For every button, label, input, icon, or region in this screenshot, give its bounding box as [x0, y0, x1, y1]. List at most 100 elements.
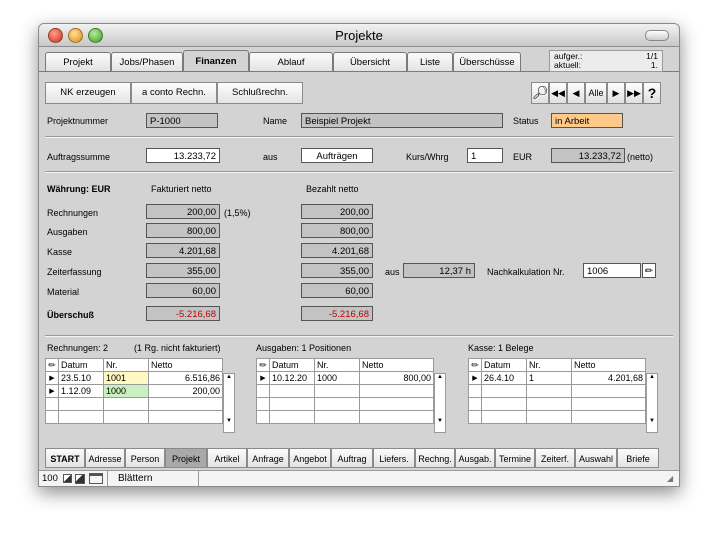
zoom-level[interactable]: 100	[42, 473, 58, 484]
nachkalkulation-label: Nachkalkulation Nr.	[487, 267, 565, 277]
empty-row	[256, 410, 434, 424]
row-arrow-icon: ▶	[45, 371, 59, 385]
rechnungen-scrollbar[interactable]: ▲ ▼	[223, 373, 235, 433]
edit-nachkalk-button[interactable]: ✏	[642, 263, 656, 278]
cell-netto: 6.516,86	[148, 371, 223, 385]
tab-ablauf[interactable]: Ablauf	[249, 52, 333, 72]
zoom-in-icon[interactable]	[75, 474, 85, 484]
toolbar-toggle-button[interactable]	[645, 30, 669, 41]
zoom-out-icon[interactable]	[63, 474, 72, 483]
schlussrechnung-button[interactable]: Schlußrechn.	[217, 82, 303, 104]
auftragssumme-label: Auftragssumme	[47, 152, 111, 162]
kasse-bezahlt: 4.201,68	[301, 243, 373, 258]
module-start[interactable]: START	[45, 448, 85, 468]
aus-source-field[interactable]: Aufträgen	[301, 148, 373, 163]
module-termine[interactable]: Termine	[495, 448, 535, 468]
pencil-icon: ✏	[48, 359, 56, 370]
module-angebot[interactable]: Angebot	[289, 448, 331, 468]
auftragssumme-field[interactable]: 13.233,72	[146, 148, 220, 163]
rechnungen-list-title: Rechnungen: 2	[47, 343, 109, 353]
ausgaben-scrollbar[interactable]: ▲ ▼	[434, 373, 446, 433]
table-row[interactable]: ▶ 10.12.20 1000 800,00	[256, 371, 434, 385]
module-anfrage[interactable]: Anfrage	[247, 448, 289, 468]
kurs-field[interactable]: 1	[467, 148, 503, 163]
help-button[interactable]: ?	[643, 82, 661, 104]
module-person[interactable]: Person	[125, 448, 165, 468]
ueberschuss-bezahlt: -5.216,68	[301, 306, 373, 321]
window-title: Projekte	[335, 28, 383, 43]
next-record-button[interactable]: ▶	[607, 82, 625, 104]
table-row[interactable]: ▶ 1.12.09 1000 200,00	[45, 384, 223, 398]
nk-erzeugen-button[interactable]: NK erzeugen	[45, 82, 131, 104]
column-header-netto[interactable]: Netto	[571, 358, 646, 372]
column-header-nr[interactable]: Nr.	[526, 358, 572, 372]
table-header-row: ✏ Datum Nr. Netto	[256, 358, 434, 372]
divider	[45, 136, 673, 138]
last-record-button[interactable]: ▶▶	[625, 82, 643, 104]
tab-liste[interactable]: Liste	[407, 52, 453, 72]
module-projekt[interactable]: Projekt	[165, 448, 207, 468]
column-header-netto[interactable]: Netto	[148, 358, 223, 372]
resize-grip-icon[interactable]: ◢	[667, 474, 677, 484]
zeiterfassung-label: Zeiterfassung	[47, 267, 102, 277]
column-header-netto[interactable]: Netto	[359, 358, 434, 372]
table-row[interactable]: ▶ 23.5.10 1001 6.516,86	[45, 371, 223, 385]
prev-record-button[interactable]: ◀	[567, 82, 585, 104]
aconto-rechnung-button[interactable]: a conto Rechn.	[131, 82, 217, 104]
cell-nr: 1001	[103, 371, 149, 385]
name-field[interactable]: Beispiel Projekt	[301, 113, 503, 128]
projektnummer-field[interactable]: P-1000	[146, 113, 218, 128]
layout-mode-icon[interactable]	[89, 473, 103, 484]
ausgaben-fakturiert: 800,00	[146, 223, 220, 238]
zeit-aus-label: aus	[385, 267, 400, 277]
module-adresse[interactable]: Adresse	[85, 448, 125, 468]
column-header-datum[interactable]: Datum	[58, 358, 104, 372]
nachkalkulation-field[interactable]: 1006	[583, 263, 641, 278]
ueberschuss-label: Überschuß	[47, 310, 95, 320]
tab-jobs-phasen[interactable]: Jobs/Phasen	[111, 52, 183, 72]
new-row-button[interactable]: ✏	[256, 358, 270, 372]
pencil-icon: ✏	[644, 266, 654, 277]
cell-netto: 4.201,68	[571, 371, 646, 385]
module-rechnung[interactable]: Rechng.	[415, 448, 455, 468]
waehrung-label: Währung: EUR	[47, 184, 111, 194]
status-bar: 100 Blättern ◢	[39, 470, 679, 486]
tab-ueberschuesse[interactable]: Überschüsse	[453, 52, 521, 72]
all-records-button[interactable]: Alle	[585, 82, 607, 104]
rechnungen-bezahlt: 200,00	[301, 204, 373, 219]
column-header-datum[interactable]: Datum	[481, 358, 527, 372]
table-row[interactable]: ▶ 26.4.10 1 4.201,68	[468, 371, 646, 385]
ausgaben-label: Ausgaben	[47, 227, 88, 237]
status-label: Status	[513, 116, 539, 126]
column-header-datum[interactable]: Datum	[269, 358, 315, 372]
empty-row	[45, 410, 223, 424]
zeiterfassung-fakturiert: 355,00	[146, 263, 220, 278]
kurs-label: Kurs/Whrg	[406, 152, 449, 162]
module-ausgaben[interactable]: Ausgab.	[455, 448, 495, 468]
tab-finanzen[interactable]: Finanzen	[183, 50, 249, 72]
module-auswahl[interactable]: Auswahl	[575, 448, 617, 468]
module-zeiterfassung[interactable]: Zeiterf.	[535, 448, 575, 468]
search-button[interactable]: 🔎︎	[531, 82, 549, 104]
empty-row	[45, 397, 223, 411]
projektnummer-label: Projektnummer	[47, 116, 109, 126]
module-lieferschein[interactable]: Liefers.	[373, 448, 415, 468]
first-record-button[interactable]: ◀◀	[549, 82, 567, 104]
netto-label: (netto)	[627, 152, 654, 162]
kasse-list-title: Kasse: 1 Belege	[468, 343, 534, 353]
zeiterfassung-bezahlt: 355,00	[301, 263, 373, 278]
module-briefe[interactable]: Briefe	[617, 448, 659, 468]
status-field[interactable]: in Arbeit	[551, 113, 623, 128]
new-row-button[interactable]: ✏	[468, 358, 482, 372]
column-header-nr[interactable]: Nr.	[314, 358, 360, 372]
module-auftrag[interactable]: Auftrag	[331, 448, 373, 468]
column-header-nr[interactable]: Nr.	[103, 358, 149, 372]
new-row-button[interactable]: ✏	[45, 358, 59, 372]
empty-row	[468, 397, 646, 411]
tab-uebersicht[interactable]: Übersicht	[333, 52, 407, 72]
cell-datum: 26.4.10	[481, 371, 527, 385]
row-arrow-icon: ▶	[45, 384, 59, 398]
tab-projekt[interactable]: Projekt	[45, 52, 111, 72]
kasse-scrollbar[interactable]: ▲ ▼	[646, 373, 658, 433]
module-artikel[interactable]: Artikel	[207, 448, 247, 468]
